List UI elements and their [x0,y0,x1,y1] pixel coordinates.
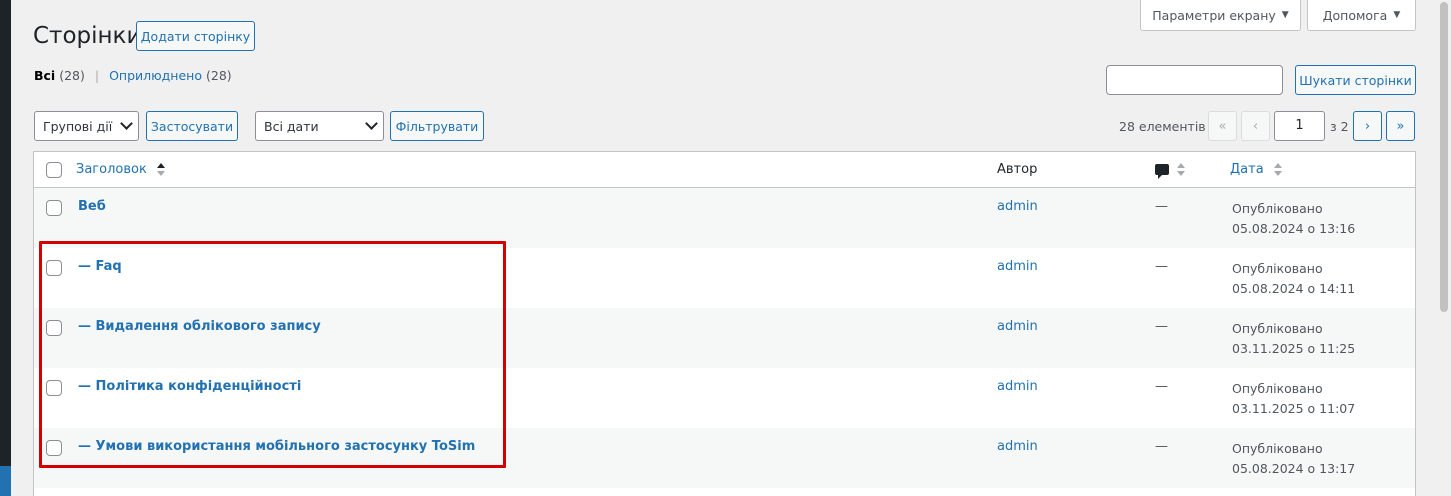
row-author-link[interactable]: admin [997,439,1038,454]
filter-button[interactable]: Фільтрувати [390,111,484,141]
table-row: — Політика конфіденційності admin — Опуб… [34,368,1415,428]
chevron-down-icon [365,117,378,130]
row-status-label: Опубліковано [1232,321,1323,336]
row-status-label: Опубліковано [1232,381,1323,396]
prev-page-button: ‹ [1241,111,1270,141]
add-page-button[interactable]: Додати сторінку [136,21,255,51]
sort-icon [1273,162,1282,177]
pages-table: Заголовок Автор Дата Веб admin — Опублік… [33,151,1416,496]
date-filter-value: Всі дати [264,118,319,134]
comment-bubble-icon [1155,164,1169,179]
table-row: — Видалення облікового запису admin — Оп… [34,308,1415,368]
help-label: Допомога [1322,7,1388,23]
screen-options-label: Параметри екрану [1152,7,1276,23]
row-date: Опубліковано 05.08.2024 о 13:17 [1232,439,1355,479]
screen-options-button[interactable]: Параметри екрану ▼ [1140,0,1301,31]
date-filter-select[interactable]: Всі дати [255,111,384,141]
view-published-link[interactable]: Оприлюднено [109,68,202,83]
row-comments: — [1155,259,1168,274]
row-status-label: Опубліковано [1232,261,1323,276]
bulk-actions-value: Групові дії [43,118,113,134]
row-date-value: 03.11.2025 о 11:25 [1232,341,1356,356]
row-author-link[interactable]: admin [997,379,1038,394]
row-checkbox[interactable] [46,200,62,216]
items-count: 28 елементів [1119,119,1206,134]
view-all-count: (28) [59,68,85,83]
caret-down-icon: ▼ [1281,10,1289,20]
column-author-header: Автор [997,162,1038,177]
row-status-label: Опубліковано [1232,441,1323,456]
caret-down-icon: ▼ [1393,10,1401,20]
row-title-link[interactable]: — Політика конфіденційності [78,379,301,394]
row-author-link[interactable]: admin [997,199,1038,214]
row-title-link[interactable]: — Видалення облікового запису [78,319,321,334]
row-comments: — [1155,319,1168,334]
row-title-link[interactable]: — Faq [78,259,122,274]
row-status-label: Опубліковано [1232,201,1323,216]
table-row: Веб admin — Опубліковано 05.08.2024 о 13… [34,188,1415,248]
row-date: Опубліковано 05.08.2024 о 13:16 [1232,199,1355,239]
first-page-button: « [1208,111,1237,141]
row-date-value: 05.08.2024 о 13:16 [1232,221,1356,236]
last-page-button[interactable]: » [1386,111,1415,141]
view-filters: Всі (28) | Оприлюднено (28) [34,68,232,83]
row-checkbox[interactable] [46,320,62,336]
table-row: — Умови використання мобільного застосун… [34,428,1415,488]
chevron-down-icon [120,117,133,130]
help-button[interactable]: Допомога ▼ [1307,0,1416,31]
column-title-label: Заголовок [76,162,147,177]
row-checkbox[interactable] [46,380,62,396]
row-date: Опубліковано 03.11.2025 о 11:07 [1232,379,1355,419]
current-page-input[interactable]: 1 [1274,111,1325,141]
view-all-link[interactable]: Всі [34,68,55,83]
scrollbar[interactable] [1437,0,1451,496]
table-row: — Faq admin — Опубліковано 05.08.2024 о … [34,248,1415,308]
page-title: Сторінки [33,23,142,49]
row-comments: — [1155,379,1168,394]
row-title-link[interactable]: — Умови використання мобільного застосун… [78,439,475,454]
row-author-link[interactable]: admin [997,319,1038,334]
apply-button[interactable]: Застосувати [146,111,238,141]
table-header: Заголовок Автор Дата [34,152,1415,188]
row-checkbox[interactable] [46,440,62,456]
bulk-actions-select[interactable]: Групові дії [34,111,139,141]
search-pages-button[interactable]: Шукати сторінки [1295,65,1416,95]
row-date-value: 03.11.2025 о 11:07 [1232,401,1356,416]
next-page-button[interactable]: › [1353,111,1382,141]
total-pages: з 2 [1330,119,1349,134]
row-date: Опубліковано 03.11.2025 о 11:25 [1232,319,1355,359]
row-date-value: 05.08.2024 о 14:11 [1232,281,1356,296]
select-all-checkbox[interactable] [46,162,62,178]
column-title-header[interactable]: Заголовок [76,162,165,177]
sort-icon [1177,162,1185,177]
row-author-link[interactable]: admin [997,259,1038,274]
scrollbar-thumb[interactable] [1440,2,1448,312]
view-published-count: (28) [205,68,232,83]
row-date-value: 05.08.2024 о 13:17 [1232,461,1356,476]
admin-sidebar-edge [0,0,11,496]
row-checkbox[interactable] [46,260,62,276]
column-comments-header[interactable] [1155,162,1185,179]
column-date-label: Дата [1230,162,1264,177]
collapse-menu-icon[interactable] [0,466,11,496]
search-input[interactable] [1106,65,1283,95]
column-date-header[interactable]: Дата [1230,162,1282,177]
sort-ascending-icon [156,162,165,177]
row-comments: — [1155,439,1168,454]
row-title-link[interactable]: Веб [78,199,106,214]
row-comments: — [1155,199,1168,214]
view-separator: | [94,68,100,83]
row-date: Опубліковано 05.08.2024 о 14:11 [1232,259,1355,299]
